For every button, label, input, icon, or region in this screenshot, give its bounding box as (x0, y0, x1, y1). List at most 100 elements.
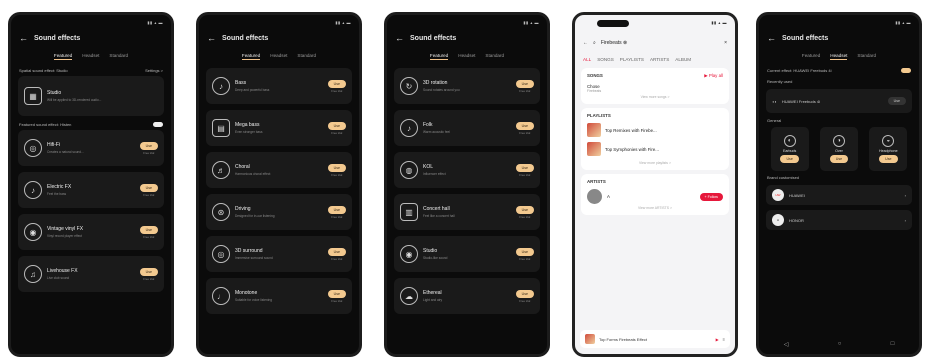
tab-standard[interactable]: Standard (297, 53, 316, 60)
use-button[interactable]: Use (515, 205, 534, 214)
tab-artists[interactable]: ARTISTS (650, 57, 669, 62)
back-arrow-icon[interactable]: ← (583, 40, 588, 46)
playlist-cover (587, 123, 601, 137)
list-item-studio[interactable]: ▦ Studio Will be applied to 3D-rendered … (18, 76, 164, 116)
tab-featured[interactable]: Featured (53, 53, 73, 60)
list-item[interactable]: ▤ Mega bass Even stronger bass Use Free … (206, 110, 352, 146)
header: ← Sound effects (759, 29, 919, 47)
nav-back-icon[interactable]: ◁ (784, 341, 789, 348)
use-button[interactable]: Use (515, 289, 534, 298)
tab-headset[interactable]: Headset (830, 53, 848, 60)
tabs: Featured Headset Standard (11, 53, 171, 60)
tab-headset[interactable]: Headset (270, 53, 287, 60)
search-bar[interactable]: ← ⌕ Firebeats ⊗ × (575, 35, 735, 51)
settings-link[interactable]: Settings > (145, 68, 163, 73)
view-more-playlists[interactable]: View more playlists > (587, 161, 723, 165)
use-button[interactable]: Use (139, 183, 158, 192)
back-arrow-icon[interactable]: ← (767, 33, 776, 43)
playlist-item[interactable]: Top Symphonies with Fire... (587, 142, 723, 156)
list-item[interactable]: ▥ Concert hall Feel like a concert hall … (394, 194, 540, 230)
use-button[interactable]: Use (515, 121, 534, 130)
use-button[interactable]: Use (879, 155, 898, 163)
brand-row[interactable]: HW HUAWEI › (766, 185, 912, 205)
back-arrow-icon[interactable]: ← (207, 33, 216, 43)
brand-row[interactable]: H HONOR › (766, 210, 912, 230)
general-option[interactable]: ◐ Earbuds Use (770, 127, 809, 171)
item-desc: Harmonious choral effect (235, 172, 271, 176)
list-item[interactable]: ♪ Folk Warm acoustic feel Use Free trial (394, 110, 540, 146)
list-item[interactable]: ♪ Bass Deep and powerful bass Use Free t… (206, 68, 352, 104)
list-item[interactable]: ♪ Electric FX Feel the bass Use Free tri… (18, 172, 164, 208)
view-more-artists[interactable]: View more ARTISTS > (587, 206, 723, 210)
list-item[interactable]: ⊛ Driving Designed for in-car listening … (206, 194, 352, 230)
list-item[interactable]: ♫ Livehouse FX Live club sound Use Free … (18, 256, 164, 292)
general-option[interactable]: ◒ Headphone Use (869, 127, 908, 171)
tab-featured[interactable]: Featured (429, 53, 449, 60)
item-name: Bass (235, 80, 247, 86)
tab-headset[interactable]: Headset (458, 53, 475, 60)
status-bar: ▮▮ ▴ ▬ (335, 19, 351, 25)
trial-label: Free trial (519, 130, 531, 135)
surround-icon: ◎ (212, 245, 230, 263)
mini-player[interactable]: Top Forms Firebeats Effect ▶ ≡ (580, 330, 730, 348)
follow-button[interactable]: + Follow (699, 192, 723, 201)
tab-standard[interactable]: Standard (485, 53, 504, 60)
list-item[interactable]: ☁ Ethereal Light and airy Use Free trial (394, 278, 540, 314)
tab-all[interactable]: ALL (583, 57, 591, 62)
tab-featured[interactable]: Featured (241, 53, 261, 60)
tab-headset[interactable]: Headset (82, 53, 99, 60)
view-more-songs[interactable]: View more songs > (587, 95, 723, 99)
nav-home-icon[interactable]: ○ (838, 341, 842, 348)
nav-recents-icon[interactable]: □ (891, 341, 895, 348)
use-button[interactable]: Use (327, 289, 346, 298)
use-button[interactable]: Use (139, 141, 158, 150)
status-bar: ▮▮ ▴ ▬ (523, 19, 539, 25)
tab-standard[interactable]: Standard (109, 53, 128, 60)
recent-device-row[interactable]: ◖◗ HUAWEI Freebuds 4i Use (766, 89, 912, 113)
list-item[interactable]: ↻ 3D rotation Sound rotates around you U… (394, 68, 540, 104)
item-name: Electric FX (47, 184, 72, 190)
back-arrow-icon[interactable]: ← (395, 33, 404, 43)
tab-album[interactable]: ALBUM (675, 57, 691, 62)
list-item[interactable]: ◉ Studio Studio-like sound Use Free tria… (394, 236, 540, 272)
result-tabs: ALL SONGS PLAYLISTS ARTISTS ALBUM (575, 57, 735, 62)
use-button[interactable]: Use (887, 97, 906, 105)
featured-toggle[interactable] (153, 122, 163, 127)
tab-featured[interactable]: Featured (802, 53, 820, 60)
list-item[interactable]: ♩ Monotone Suitable for voice listening … (206, 278, 352, 314)
use-button[interactable]: Use (327, 163, 346, 172)
use-button[interactable]: Use (327, 79, 346, 88)
use-button[interactable]: Use (515, 163, 534, 172)
cancel-button[interactable]: × (724, 40, 727, 46)
use-button[interactable]: Use (780, 155, 799, 163)
song-row[interactable]: Chose Firebeats (587, 84, 723, 93)
playlist-cover (587, 142, 601, 156)
playlist-item[interactable]: Top Remixes with Firebe... (587, 123, 723, 137)
general-option[interactable]: ◑ Over Use (819, 127, 858, 171)
search-input[interactable]: Firebeats ⊗ (601, 40, 719, 46)
navigation-bar: ◁ ○ □ (759, 341, 919, 348)
use-button[interactable]: Use (327, 121, 346, 130)
use-button[interactable]: Use (515, 247, 534, 256)
tab-playlists[interactable]: PLAYLISTS (620, 57, 644, 62)
effect-toggle[interactable] (901, 68, 911, 73)
tabs: Featured Headset Standard (387, 53, 547, 60)
use-button[interactable]: Use (327, 247, 346, 256)
list-item[interactable]: ◎ Hifi-Fi Creates a natural sound... Use… (18, 130, 164, 166)
play-all-button[interactable]: ▶ Play all (704, 73, 723, 79)
tab-songs[interactable]: SONGS (597, 57, 614, 62)
use-button[interactable]: Use (139, 267, 158, 276)
tab-standard[interactable]: Standard (857, 53, 876, 60)
use-button[interactable]: Use (327, 205, 346, 214)
use-button[interactable]: Use (139, 225, 158, 234)
list-item[interactable]: ◉ Vintage vinyl FX Vinyl record player e… (18, 214, 164, 250)
use-button[interactable]: Use (829, 155, 849, 163)
list-item[interactable]: ♬ Choral Harmonious choral effect Use Fr… (206, 152, 352, 188)
list-item[interactable]: ◍ KOL Influencer effect Use Free trial (394, 152, 540, 188)
artist-row[interactable]: A + Follow (587, 189, 723, 204)
use-button[interactable]: Use (515, 79, 534, 88)
play-icon[interactable]: ▶ (716, 337, 719, 342)
list-item[interactable]: ◎ 3D surround Immersive surround sound U… (206, 236, 352, 272)
playlist-icon[interactable]: ≡ (723, 337, 725, 342)
back-arrow-icon[interactable]: ← (19, 33, 28, 43)
